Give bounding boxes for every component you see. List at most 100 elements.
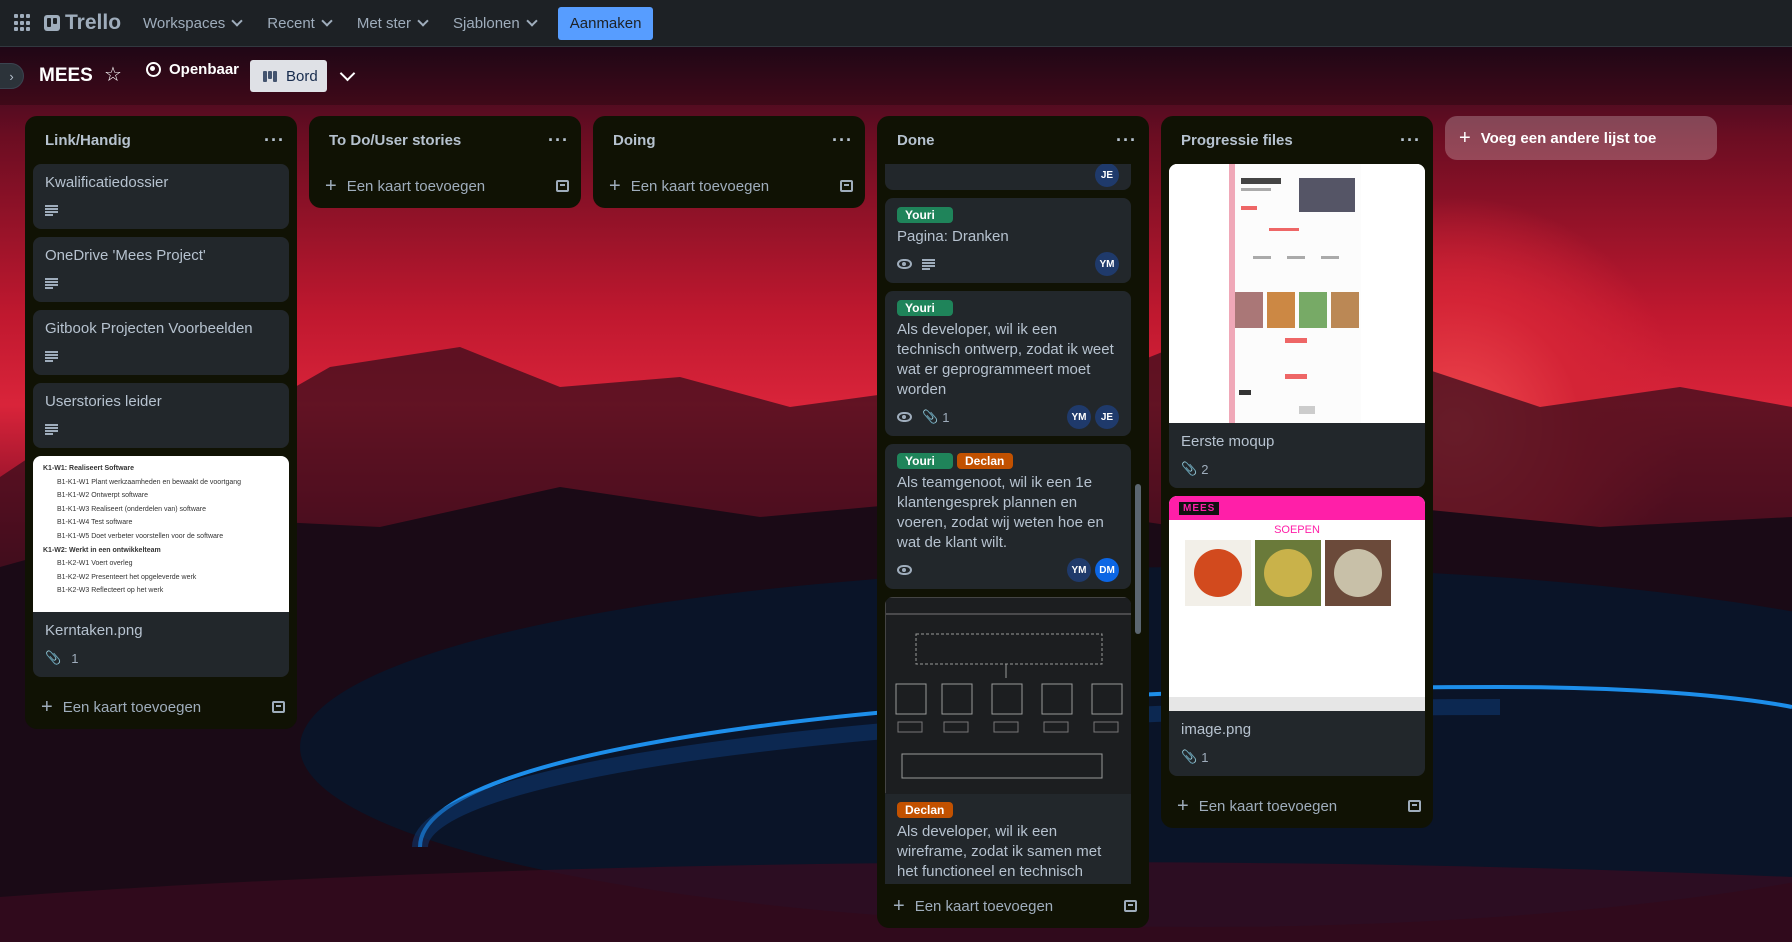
create-button[interactable]: Aanmaken xyxy=(557,6,654,40)
member-avatar[interactable]: JE xyxy=(1095,164,1119,187)
add-card-button[interactable]: + Een kaart toevoegen xyxy=(309,164,581,208)
chevron-down-icon xyxy=(417,15,429,27)
more-options-icon[interactable]: ··· xyxy=(548,130,569,151)
card[interactable]: Eerste moqup 📎 2 xyxy=(1169,164,1425,488)
card[interactable]: Youri Pagina: Dranken YM xyxy=(885,198,1131,283)
list-todo-user-stories: To Do/User stories ··· + Een kaart toevo… xyxy=(309,116,581,208)
list-header: Doing ··· xyxy=(593,116,865,164)
nav-recent-label: Recent xyxy=(267,14,315,32)
star-icon[interactable]: ☆ xyxy=(104,62,122,87)
more-options-icon[interactable]: ··· xyxy=(1400,130,1421,151)
card[interactable]: K1-W1: Realiseert Software B1-K1-W1 Plan… xyxy=(33,456,289,677)
chevron-down-icon xyxy=(231,15,243,27)
watch-icon xyxy=(897,259,912,269)
more-options-icon[interactable]: ··· xyxy=(832,130,853,151)
list-progressie-files: Progressie files ··· Eerste moqup 📎 2 ME… xyxy=(1161,116,1433,828)
top-navigation-bar: Trello Workspaces Recent Met ster Sjablo… xyxy=(0,0,1792,47)
cover-header: MEES xyxy=(1169,496,1425,520)
card-template-icon[interactable] xyxy=(556,180,569,192)
nav-workspaces-label: Workspaces xyxy=(143,14,226,32)
nav-templates[interactable]: Sjablonen xyxy=(453,14,538,32)
member-avatar[interactable]: YM xyxy=(1095,252,1119,276)
member-avatar[interactable]: JE xyxy=(1095,405,1119,429)
board-title[interactable]: MEES xyxy=(39,65,93,87)
list-header: Link/Handig ··· xyxy=(25,116,297,164)
card-title: Als developer, wil ik een wireframe, zod… xyxy=(897,823,1102,884)
card[interactable]: Kwalificatiedossier xyxy=(33,164,289,229)
description-icon xyxy=(45,350,58,362)
card[interactable]: JE xyxy=(885,164,1131,190)
card-template-icon[interactable] xyxy=(840,180,853,192)
nav-starred[interactable]: Met ster xyxy=(357,15,429,32)
done-cards-scroll-area[interactable]: JE Youri Pagina: Dranken YM Youri Als de… xyxy=(877,164,1149,884)
cover-line: B1-K1-W5 Doet verbeter voorstellen voor … xyxy=(57,532,224,540)
chevron-down-icon[interactable] xyxy=(339,65,356,82)
card-cover-image: K1-W1: Realiseert Software B1-K1-W1 Plan… xyxy=(33,456,289,612)
list-title[interactable]: Progressie files xyxy=(1181,132,1293,149)
card-template-icon[interactable] xyxy=(1124,900,1137,912)
chevron-down-icon xyxy=(526,15,538,27)
cover-footer xyxy=(1169,697,1425,711)
plus-icon: + xyxy=(609,175,621,197)
cover-line: K1-W1: Realiseert Software xyxy=(43,465,135,472)
add-card-label: Een kaart toevoegen xyxy=(914,897,1054,915)
cover-line: K1-W2: Werkt in een ontwikkelteam xyxy=(43,546,161,554)
list-done: Done ··· JE Youri Pagina: Dranken YM You… xyxy=(877,116,1149,928)
attachment-icon: 📎 xyxy=(1181,461,1198,476)
scrollbar-thumb[interactable] xyxy=(1135,484,1141,634)
add-list-button[interactable]: + Voeg een andere lijst toe xyxy=(1445,116,1717,160)
sidebar-expand-button[interactable]: › xyxy=(0,63,24,89)
card[interactable]: OneDrive 'Mees Project' xyxy=(33,237,289,302)
card-cover-image xyxy=(1169,164,1425,423)
soup-images xyxy=(1185,540,1391,606)
board-view-icon xyxy=(263,70,277,82)
card[interactable]: MEES SOEPEN image.png 📎 1 xyxy=(1169,496,1425,776)
card-template-icon[interactable] xyxy=(1408,800,1421,812)
list-title[interactable]: To Do/User stories xyxy=(329,132,461,149)
app-switcher-icon[interactable] xyxy=(14,14,32,32)
cover-line: B1-K1-W4 Test software xyxy=(57,519,133,527)
card[interactable]: Userstories leider xyxy=(33,383,289,448)
add-card-button[interactable]: + Een kaart toevoegen xyxy=(593,164,865,208)
card-title: OneDrive 'Mees Project' xyxy=(45,247,206,264)
card-label: Youri xyxy=(897,300,953,316)
list-title[interactable]: Link/Handig xyxy=(45,132,131,149)
add-card-label: Een kaart toevoegen xyxy=(346,177,486,195)
cover-line: B1-K2-W2 Presenteert het opgeleverde wer… xyxy=(57,573,197,581)
nav-workspaces[interactable]: Workspaces xyxy=(143,14,243,32)
visibility-button[interactable]: Openbaar xyxy=(146,61,239,78)
cover-line: B1-K2-W3 Reflecteert op het werk xyxy=(57,587,164,595)
card-label: Youri xyxy=(897,453,953,469)
add-card-button[interactable]: + Een kaart toevoegen xyxy=(25,685,297,729)
card[interactable]: Declan Als developer, wil ik een wirefra… xyxy=(885,597,1131,884)
member-avatar[interactable]: YM xyxy=(1067,405,1091,429)
card-title: Gitbook Projecten Voorbeelden xyxy=(45,320,253,337)
board-view-label: Bord xyxy=(286,67,318,85)
description-icon xyxy=(922,258,935,270)
card-template-icon[interactable] xyxy=(272,701,285,713)
card-title: Pagina: Dranken xyxy=(897,228,1009,245)
trello-logo-icon xyxy=(44,15,60,31)
card-cover-image: MEES SOEPEN xyxy=(1169,496,1425,711)
list-scrollbar[interactable] xyxy=(1135,164,1141,884)
cover-line: B1-K1-W1 Plant werkzaamheden en bewaakt … xyxy=(57,478,242,486)
cover-line: B1-K1-W2 Ontwerpt software xyxy=(57,492,149,500)
more-options-icon[interactable]: ··· xyxy=(1116,130,1137,151)
nav-templates-label: Sjablonen xyxy=(453,14,520,32)
add-card-button[interactable]: + Een kaart toevoegen xyxy=(877,884,1149,928)
card[interactable]: Gitbook Projecten Voorbeelden xyxy=(33,310,289,375)
more-options-icon[interactable]: ··· xyxy=(264,130,285,151)
card[interactable]: Youri Declan Als teamgenoot, wil ik een … xyxy=(885,444,1131,589)
add-card-button[interactable]: + Een kaart toevoegen xyxy=(1161,784,1433,828)
board-view-button[interactable]: Bord xyxy=(250,60,327,92)
member-avatar[interactable]: DM xyxy=(1095,558,1119,582)
trello-logo[interactable]: Trello xyxy=(44,11,121,35)
card-title: Eerste moqup xyxy=(1181,433,1275,450)
list-title[interactable]: Done xyxy=(897,132,935,149)
moqup-image xyxy=(1169,164,1425,423)
member-avatar[interactable]: YM xyxy=(1067,558,1091,582)
nav-recent[interactable]: Recent xyxy=(267,14,333,32)
card[interactable]: Youri Als developer, wil ik een technisc… xyxy=(885,291,1131,436)
list-title[interactable]: Doing xyxy=(613,132,656,149)
list-header: To Do/User stories ··· xyxy=(309,116,581,164)
